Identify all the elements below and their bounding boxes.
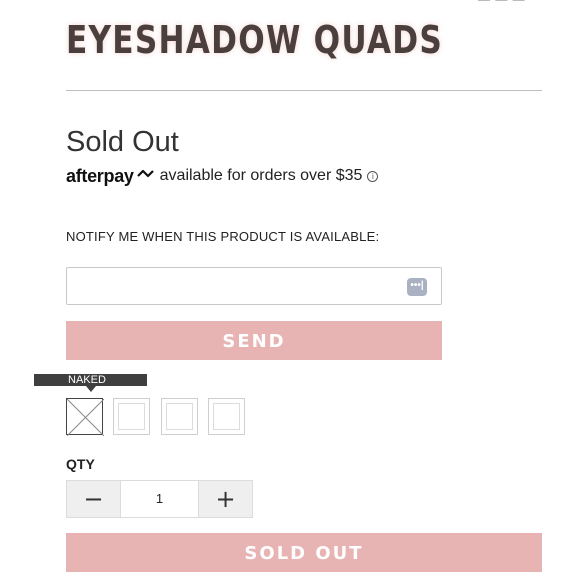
quantity-stepper: − 1 + <box>66 480 253 518</box>
divider <box>66 90 542 91</box>
unavailable-cross-icon <box>67 399 104 436</box>
decrement-button[interactable]: − <box>67 481 120 517</box>
autofill-icon[interactable]: •••| <box>407 278 427 296</box>
swatch-naked[interactable] <box>66 398 104 436</box>
qty-label: QTY <box>66 456 95 472</box>
afterpay-logo: afterpay <box>66 165 134 186</box>
increment-button[interactable]: + <box>199 481 252 517</box>
notify-label: NOTIFY ME WHEN THIS PRODUCT IS AVAILABLE… <box>66 229 380 244</box>
email-field[interactable]: •••| <box>66 267 442 305</box>
afterpay-arrows-icon <box>136 167 156 186</box>
stock-status: Sold Out <box>66 126 179 158</box>
variant-tooltip: NAKED <box>34 374 147 386</box>
tooltip-arrow <box>86 386 96 392</box>
swatch-3[interactable] <box>161 398 198 435</box>
send-button[interactable]: SEND <box>66 321 442 360</box>
top-nav-fragment: — — — <box>478 0 526 6</box>
sold-out-button[interactable]: SOLD OUT <box>66 533 542 572</box>
afterpay-banner: afterpay available for orders over $35 i <box>66 165 379 187</box>
product-title: EYESHADOW QUADS <box>66 18 444 62</box>
afterpay-text: available for orders over $35 <box>159 167 363 184</box>
swatch-4[interactable] <box>208 398 245 435</box>
email-input[interactable] <box>75 269 409 305</box>
quantity-value[interactable]: 1 <box>120 481 199 517</box>
info-icon[interactable]: i <box>367 170 379 182</box>
swatch-2[interactable] <box>113 398 150 435</box>
